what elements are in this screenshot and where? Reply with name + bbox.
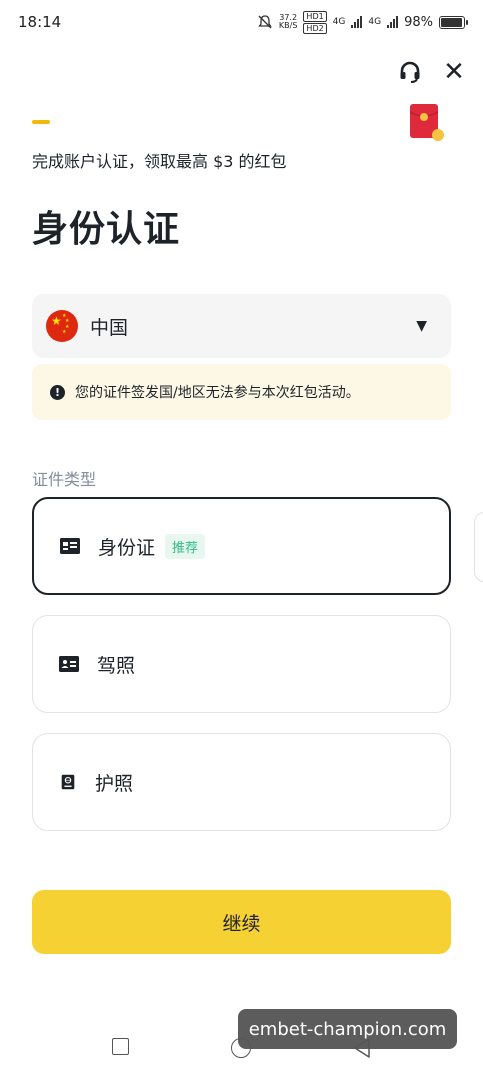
network-type-2: 4G bbox=[368, 17, 382, 27]
red-packet-icon[interactable] bbox=[410, 104, 444, 142]
network-type-1: 4G bbox=[332, 17, 346, 27]
status-bar: 18:14 37.2 KB/S HD1 HD2 4G 4G 98% bbox=[0, 0, 483, 44]
progress-indicator bbox=[32, 120, 50, 124]
headset-icon[interactable] bbox=[396, 58, 424, 86]
passport-icon bbox=[61, 774, 75, 790]
doc-option-id-card[interactable]: 身份证 推荐 bbox=[32, 497, 451, 595]
continue-button[interactable]: 继续 bbox=[32, 890, 451, 954]
battery-icon bbox=[439, 15, 468, 29]
hd-indicator: HD1 HD2 bbox=[303, 10, 327, 34]
warning-text: 您的证件签发国/地区无法参与本次红包活动。 bbox=[75, 385, 360, 401]
home-button[interactable] bbox=[231, 1038, 251, 1058]
doc-option-driver-license[interactable]: 驾照 bbox=[32, 615, 451, 713]
status-icons: 37.2 KB/S HD1 HD2 4G 4G 98% bbox=[257, 10, 468, 34]
battery-percent: 98% bbox=[404, 14, 433, 30]
close-icon: ✕ bbox=[443, 57, 465, 87]
alert-icon: ! bbox=[50, 384, 65, 400]
country-name: 中国 bbox=[90, 316, 129, 339]
status-time: 18:14 bbox=[18, 13, 62, 31]
caret-down-icon: ▼ bbox=[416, 318, 427, 334]
net-speed: 37.2 KB/S bbox=[278, 13, 298, 30]
doc-type-label: 证件类型 bbox=[32, 470, 97, 489]
china-flag-icon: ★ ★ ★ ★ ★ bbox=[46, 310, 78, 342]
offscreen-card-edge bbox=[474, 512, 483, 582]
country-selector[interactable]: ★ ★ ★ ★ ★ 中国 ▼ bbox=[32, 294, 451, 358]
promo-text: 完成账户认证，领取最高 $3 的红包 bbox=[32, 152, 287, 171]
bell-off-icon bbox=[258, 15, 272, 29]
signal-icon-2 bbox=[387, 16, 399, 28]
page-title: 身份认证 bbox=[32, 209, 181, 250]
doc-option-label: 身份证 bbox=[98, 536, 156, 559]
doc-option-passport[interactable]: 护照 bbox=[32, 733, 451, 831]
id-card-icon bbox=[60, 538, 80, 554]
recents-button[interactable] bbox=[112, 1038, 129, 1055]
system-nav-bar bbox=[0, 1030, 483, 1066]
recommended-badge: 推荐 bbox=[165, 533, 206, 559]
doc-option-label: 护照 bbox=[95, 772, 134, 795]
back-icon[interactable] bbox=[352, 1037, 372, 1059]
close-button[interactable]: ✕ bbox=[440, 57, 468, 87]
signal-icon bbox=[351, 16, 363, 28]
driver-license-icon bbox=[59, 656, 79, 672]
warning-banner: ! 您的证件签发国/地区无法参与本次红包活动。 bbox=[32, 364, 451, 420]
doc-option-label: 驾照 bbox=[97, 654, 136, 677]
